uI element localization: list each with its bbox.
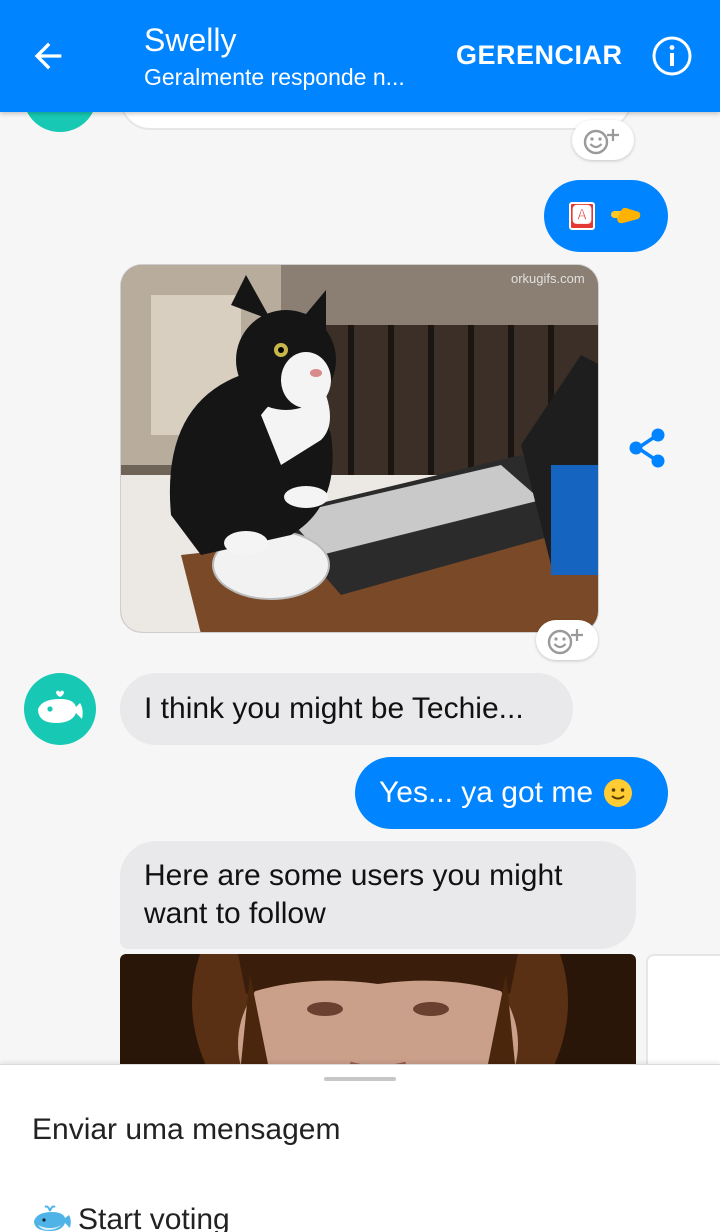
messenger-screen: Swelly Geralmente responde n... GERENCIA…: [0, 0, 720, 1232]
user-suggestion-card[interactable]: [646, 954, 720, 1064]
message-bubble-incoming[interactable]: [120, 112, 632, 130]
send-message-option[interactable]: Enviar uma mensagem: [32, 1113, 340, 1147]
smiling-face-emoji-icon: [604, 779, 633, 807]
message-list[interactable]: 🅰 orkugifs.com I think you might be Tech…: [0, 112, 720, 1064]
bot-avatar[interactable]: [24, 112, 96, 132]
message-bubble-incoming[interactable]: Here are some users you might want to fo…: [120, 841, 636, 949]
share-button[interactable]: [626, 426, 670, 470]
start-voting-option[interactable]: Start voting: [32, 1203, 230, 1232]
smile-plus-icon: [547, 629, 583, 655]
drag-handle[interactable]: [324, 1077, 396, 1081]
message-bubble-incoming[interactable]: I think you might be Techie...: [120, 673, 573, 745]
whale-icon: [38, 690, 83, 723]
whale-emoji-icon: [34, 1205, 71, 1231]
info-icon: [652, 36, 692, 76]
share-icon: [629, 428, 665, 468]
bot-menu-sheet: Enviar uma mensagem Start voting: [0, 1064, 720, 1232]
user-profile-photo: [120, 954, 636, 1064]
user-suggestion-card[interactable]: [120, 954, 636, 1064]
message-text: Yes... ya got me: [379, 776, 594, 809]
message-bubble-outgoing[interactable]: Yes... ya got me: [355, 757, 668, 829]
start-voting-label: Start voting: [78, 1203, 230, 1232]
smile-plus-icon: [583, 129, 619, 155]
message-bubble-outgoing[interactable]: 🅰: [544, 180, 668, 252]
pointing-hand-icon: [611, 207, 641, 224]
back-button[interactable]: [22, 30, 74, 82]
a-button-emoji-icon: 🅰: [569, 202, 595, 230]
chat-title[interactable]: Swelly: [144, 22, 236, 59]
info-button[interactable]: [650, 34, 694, 78]
chat-header: Swelly Geralmente responde n... GERENCIA…: [0, 0, 720, 112]
manage-button[interactable]: GERENCIAR: [456, 40, 623, 71]
chat-subtitle: Geralmente responde n...: [144, 64, 405, 90]
bot-avatar[interactable]: [24, 673, 96, 745]
add-reaction-button[interactable]: [536, 620, 598, 660]
image-watermark: orkugifs.com: [511, 271, 585, 286]
arrow-left-icon: [34, 42, 62, 70]
image-message[interactable]: orkugifs.com: [120, 264, 599, 633]
cat-typing-image: orkugifs.com: [121, 265, 598, 632]
add-reaction-button[interactable]: [572, 120, 634, 160]
